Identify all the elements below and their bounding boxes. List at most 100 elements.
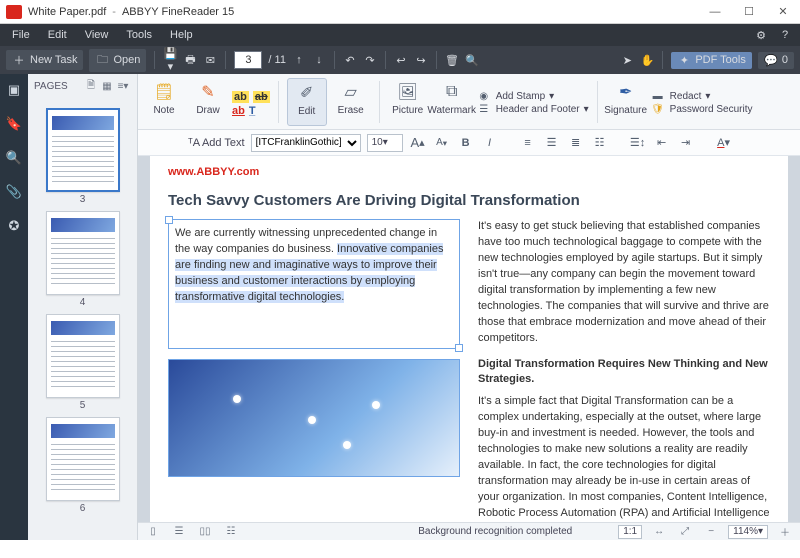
settings-icon[interactable]: ⚙ xyxy=(750,29,772,42)
image-block[interactable] xyxy=(168,359,460,477)
bold-button[interactable]: B xyxy=(457,134,475,152)
header-footer-icon: ☰ xyxy=(476,104,492,115)
left-rail: ▣ 🔖 🔍 📎 ✪ xyxy=(0,74,28,540)
signature-button[interactable]: ✒Signature xyxy=(606,78,646,126)
add-stamp-button[interactable]: ◉Add Stamp▾ xyxy=(476,91,589,102)
menu-view[interactable]: View xyxy=(77,29,117,41)
picture-button[interactable]: 🖼Picture xyxy=(388,78,428,126)
minimize-button[interactable]: — xyxy=(698,0,732,24)
search-button[interactable]: 🔍 xyxy=(465,54,479,67)
insert-text-tool[interactable]: T̲ xyxy=(249,105,256,117)
pdf-tools-button[interactable]: ✦PDF Tools xyxy=(671,52,752,69)
note-button[interactable]: 🗒Note xyxy=(144,78,184,126)
redact-button[interactable]: ▬Redact▾ xyxy=(650,91,753,102)
note-icon: 🗒 xyxy=(152,80,176,104)
zoom-level[interactable]: 114% ▾ xyxy=(728,525,768,539)
menu-edit[interactable]: Edit xyxy=(40,29,75,41)
open-button[interactable]: 🗀Open xyxy=(89,49,146,72)
menu-tools[interactable]: Tools xyxy=(118,29,160,41)
line-spacing-button[interactable]: ☰↕ xyxy=(629,134,647,152)
add-text-icon: ᵀA xyxy=(188,137,200,149)
add-text-button[interactable]: ᵀA Add Text xyxy=(188,137,245,149)
undo-button[interactable]: ↩ xyxy=(394,54,408,67)
highlight-tool[interactable]: ab xyxy=(232,91,249,103)
thumbnail-label: 3 xyxy=(40,194,125,205)
rotate-right-button[interactable]: ↷ xyxy=(363,54,377,67)
redo-button[interactable]: ↪ xyxy=(414,54,428,67)
new-task-button[interactable]: ＋New Task xyxy=(6,50,83,70)
password-security-button[interactable]: 🛡Password Security xyxy=(650,104,753,115)
maximize-button[interactable]: ☐ xyxy=(732,0,766,24)
page-number-input[interactable] xyxy=(234,51,262,69)
view-continuous-icon[interactable]: ☰ xyxy=(170,526,188,537)
align-left-button[interactable]: ≡ xyxy=(519,134,537,152)
app-icon xyxy=(6,5,22,19)
increase-font-button[interactable]: A▴ xyxy=(409,134,427,152)
rail-search[interactable]: 🔍 xyxy=(4,148,24,168)
help-icon[interactable]: ? xyxy=(774,29,796,41)
font-size-input[interactable]: 10 ▾ xyxy=(367,134,403,152)
delete-button[interactable]: 🗑 xyxy=(445,54,459,67)
thumbnail[interactable] xyxy=(46,417,120,501)
hand-tool[interactable]: ✋ xyxy=(640,54,654,67)
pages-grid-icon[interactable]: ▦ xyxy=(99,81,115,92)
page-heading: Tech Savvy Customers Are Driving Digital… xyxy=(168,192,770,209)
align-center-button[interactable]: ☰ xyxy=(543,134,561,152)
indent-decrease-button[interactable]: ⇤ xyxy=(653,134,671,152)
pages-menu-icon[interactable]: ≡▾ xyxy=(115,81,131,92)
view-two-page-icon[interactable]: ▯▯ xyxy=(196,526,214,537)
watermark-icon: ⧉ xyxy=(440,80,464,104)
close-button[interactable]: ✕ xyxy=(766,0,800,24)
draw-button[interactable]: ✎Draw xyxy=(188,78,228,126)
italic-button[interactable]: I xyxy=(481,134,499,152)
save-button[interactable]: 💾▾ xyxy=(163,47,177,73)
page-down-button[interactable]: ↓ xyxy=(312,54,326,66)
menu-help[interactable]: Help xyxy=(162,29,201,41)
indent-increase-button[interactable]: ⇥ xyxy=(677,134,695,152)
edit-text-box[interactable]: We are currently witnessing unprecedente… xyxy=(168,219,460,349)
fit-width-icon[interactable]: ↔ xyxy=(650,526,668,537)
underline-tool[interactable]: ab xyxy=(232,105,245,117)
thumbnail[interactable] xyxy=(46,314,120,398)
thumbnail[interactable] xyxy=(46,211,120,295)
statusbar: ▯ ☰ ▯▯ ☷ Background recognition complete… xyxy=(138,522,800,540)
body-text: It's easy to get stuck believing that es… xyxy=(478,219,770,347)
edit-button[interactable]: ✐Edit xyxy=(287,78,327,126)
rotate-left-button[interactable]: ↶ xyxy=(343,54,357,67)
menu-file[interactable]: File xyxy=(4,29,38,41)
rail-bookmarks[interactable]: 🔖 xyxy=(4,114,24,134)
thumbnail[interactable] xyxy=(46,108,120,192)
pointer-tool[interactable]: ➤ xyxy=(620,54,634,67)
page-canvas[interactable]: www.ABBYY.com Tech Savvy Customers Are D… xyxy=(138,156,800,522)
zoom-in-button[interactable]: ＋ xyxy=(776,524,794,539)
body-text: It's a simple fact that Digital Transfor… xyxy=(478,394,770,522)
pages-add-icon[interactable]: 🗎 xyxy=(83,78,99,95)
comment-icon: 💬 xyxy=(764,54,778,67)
view-two-continuous-icon[interactable]: ☷ xyxy=(222,526,240,537)
rail-stamps[interactable]: ✪ xyxy=(4,216,24,236)
comments-button[interactable]: 💬0 xyxy=(758,52,794,69)
page-up-button[interactable]: ↑ xyxy=(292,54,306,66)
page-total: / 11 xyxy=(268,54,286,66)
stamp-icon: ◉ xyxy=(476,91,492,102)
align-right-button[interactable]: ≣ xyxy=(567,134,585,152)
font-select[interactable]: [ITCFranklinGothic] xyxy=(251,134,361,152)
thumbnail-label: 5 xyxy=(40,400,125,411)
erase-button[interactable]: ▱Erase xyxy=(331,78,371,126)
strikethrough-tool[interactable]: ab xyxy=(253,91,270,103)
font-color-button[interactable]: A▾ xyxy=(715,134,733,152)
rail-pages[interactable]: ▣ xyxy=(4,80,24,100)
zoom-out-button[interactable]: − xyxy=(702,526,720,537)
watermark-button[interactable]: ⧉Watermark xyxy=(432,78,472,126)
decrease-font-button[interactable]: A▾ xyxy=(433,134,451,152)
view-single-icon[interactable]: ▯ xyxy=(144,526,162,537)
picture-icon: 🖼 xyxy=(396,80,420,104)
rail-attachments[interactable]: 📎 xyxy=(4,182,24,202)
header-footer-button[interactable]: ☰Header and Footer▾ xyxy=(476,104,589,115)
align-justify-button[interactable]: ☷ xyxy=(591,134,609,152)
mail-button[interactable]: ✉ xyxy=(203,54,217,67)
print-button[interactable]: 🖶 xyxy=(183,51,197,70)
thumbnail-label: 6 xyxy=(40,503,125,514)
zoom-ratio[interactable]: 1:1 xyxy=(618,525,642,539)
fit-page-icon[interactable]: ⤢ xyxy=(676,526,694,537)
